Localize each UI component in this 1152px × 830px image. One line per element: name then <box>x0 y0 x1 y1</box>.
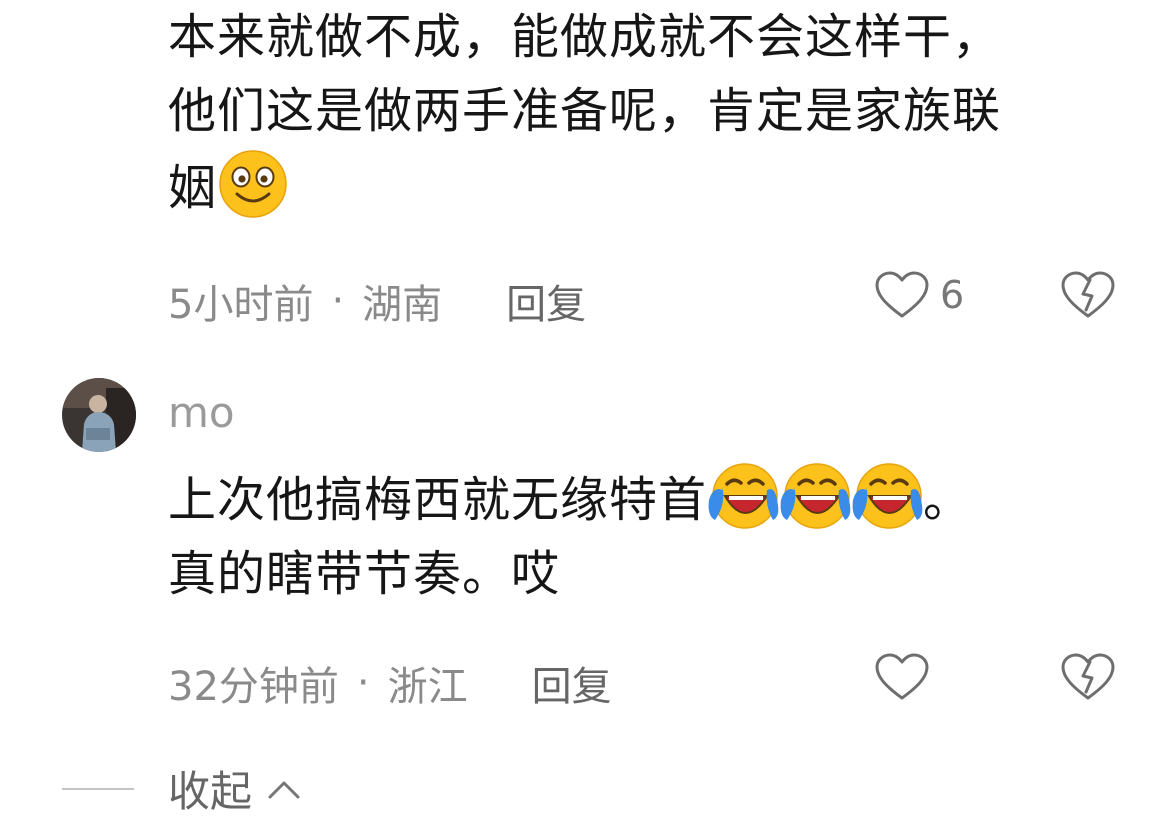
comment-2-line-1: 上次他搞梅西就无缘特首 。 <box>168 460 972 537</box>
chevron-up-icon <box>268 781 300 798</box>
comment-1-meta: 5小时前 · 湖南 回复 <box>168 272 586 330</box>
comment-2-line-2: 真的瞎带节奏。哎 <box>168 546 561 602</box>
comment-1-line-2: 他们这是做两手准备呢，肯定是家族联 <box>168 83 1002 139</box>
heart-icon <box>875 653 929 700</box>
heart-icon <box>875 271 929 318</box>
comment-1-reply-button[interactable]: 回复 <box>506 272 586 330</box>
collapse-label: 收起 <box>168 767 253 816</box>
smile-emoji-icon <box>219 150 287 218</box>
comment-2-meta: 32分钟前 · 浙江 回复 <box>168 654 612 712</box>
collapse-divider <box>62 787 134 790</box>
user-avatar-image <box>62 378 136 452</box>
comment-2-reply-button[interactable]: 回复 <box>532 654 612 712</box>
comment-1-location: 湖南 <box>362 282 443 328</box>
comment-2-username[interactable]: mo <box>168 388 235 437</box>
comment-1-line-3-text: 姻 <box>168 160 218 216</box>
broken-heart-dislike-button[interactable] <box>1060 270 1116 320</box>
comment-2-line-1-text: 上次他搞梅西就无缘特首 <box>168 472 708 528</box>
meta-separator: · <box>356 660 370 706</box>
comment-2-location: 浙江 <box>387 664 468 710</box>
comment-2-line-1-end: 。 <box>923 472 973 528</box>
comment-1-line-3: 姻 <box>168 148 1001 225</box>
comment-1-like-count: 6 <box>940 273 965 317</box>
comment-1-time: 5小时前 <box>168 282 314 328</box>
comment-1-line-1: 本来就做不成，能做成就不会这样干， <box>168 9 1002 65</box>
comment-2-time: 32分钟前 <box>168 664 339 710</box>
tears-of-joy-emoji-icon <box>708 463 779 529</box>
comment-1-text: 本来就做不成，能做成就不会这样干， 他们这是做两手准备呢，肯定是家族联 姻 <box>168 0 1001 225</box>
comment-2-like-button[interactable] <box>874 652 930 702</box>
tears-of-joy-emoji-icon <box>780 463 851 529</box>
collapse-replies-button[interactable]: 收起 <box>62 758 302 819</box>
comment-2-text: 上次他搞梅西就无缘特首 。 真的瞎带节奏。哎 <box>168 460 972 611</box>
tears-of-joy-emoji-icon <box>852 463 923 529</box>
comment-1-like-button[interactable]: 6 <box>874 270 964 320</box>
meta-separator: · <box>331 278 345 324</box>
broken-heart-dislike-button[interactable] <box>1060 652 1116 702</box>
avatar[interactable] <box>62 378 136 452</box>
